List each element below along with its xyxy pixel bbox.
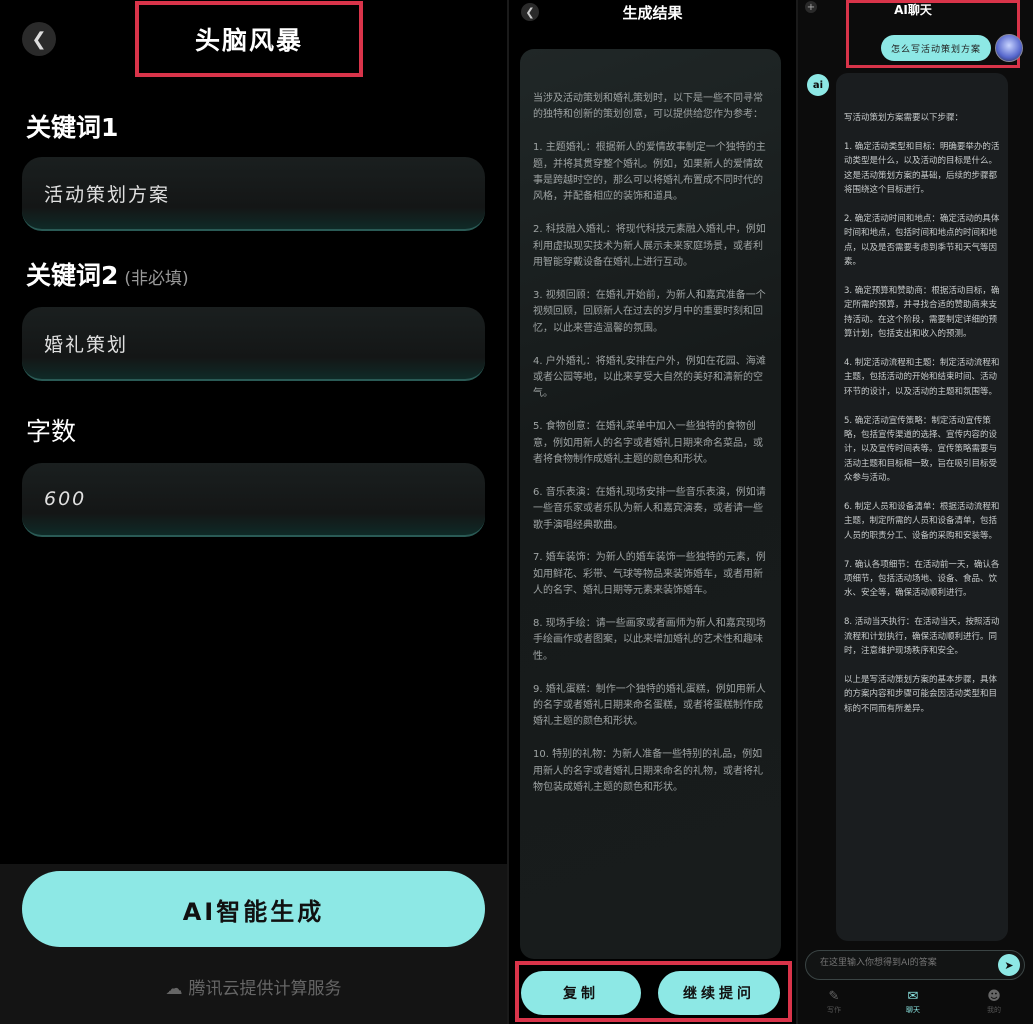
title-highlight-box: 头脑风暴 bbox=[135, 1, 363, 77]
chat-icon: ✉ bbox=[907, 989, 919, 1004]
wordcount-value: 600 bbox=[44, 488, 87, 510]
chat-input-row: ➤ bbox=[805, 950, 1025, 980]
keyword2-input[interactable]: 婚礼策划 bbox=[22, 307, 485, 381]
keyword2-value: 婚礼策划 bbox=[44, 333, 129, 356]
plus-icon[interactable]: + bbox=[805, 1, 817, 13]
ai-generate-button[interactable]: AI智能生成 bbox=[22, 871, 485, 947]
tab-write[interactable]: ✎ 写作 bbox=[804, 989, 864, 1015]
tab-chat[interactable]: ✉ 聊天 bbox=[883, 989, 943, 1015]
result-panel: ❮ 生成结果 当涉及活动策划和婚礼策划时，以下是一些不同寻常的独特和创新的策划创… bbox=[509, 0, 796, 1024]
copy-button[interactable]: 复制 bbox=[521, 971, 641, 1015]
tab-me[interactable]: ☻ 我的 bbox=[964, 989, 1024, 1015]
cloud-icon: ☁ bbox=[165, 979, 183, 999]
result-text: 当涉及活动策划和婚礼策划时，以下是一些不同寻常的独特和创新的策划创意，可以提供给… bbox=[533, 93, 766, 794]
keyword1-input[interactable]: 活动策划方案 bbox=[22, 157, 485, 231]
result-card[interactable]: 当涉及活动策划和婚礼策划时，以下是一些不同寻常的独特和创新的策划创意，可以提供给… bbox=[520, 49, 781, 959]
user-icon: ☻ bbox=[987, 989, 1001, 1004]
ai-reply-text: 写活动策划方案需要以下步骤： 1. 确定活动类型和目标：明确要举办的活动类型是什… bbox=[844, 113, 1000, 714]
page-title: 生成结果 bbox=[622, 4, 683, 22]
back-button[interactable]: ❮ bbox=[22, 22, 56, 56]
wordcount-label: 字数 bbox=[26, 412, 76, 448]
chevron-left-icon: ❮ bbox=[31, 28, 47, 50]
wordcount-label-text: 字数 bbox=[26, 417, 77, 446]
pen-icon: ✎ bbox=[828, 989, 840, 1004]
tab-bar: ✎ 写作 ✉ 聊天 ☻ 我的 bbox=[798, 985, 1033, 1024]
continue-ask-button[interactable]: 继续提问 bbox=[658, 971, 780, 1015]
send-icon: ➤ bbox=[1004, 958, 1014, 972]
brainstorm-panel: ❮ 头脑风暴 关键词1 活动策划方案 关键词2 (非必填) 婚礼策划 字数 600… bbox=[0, 0, 507, 1024]
service-text: 腾讯云提供计算服务 bbox=[188, 979, 342, 999]
keyword1-label: 关键词1 bbox=[26, 108, 118, 144]
tab-write-label: 写作 bbox=[827, 1006, 841, 1014]
user-message-bubble[interactable]: 怎么写活动策划方案 bbox=[881, 35, 991, 61]
keyword2-label-text: 关键词2 bbox=[26, 261, 119, 290]
keyword1-label-text: 关键词1 bbox=[26, 113, 119, 142]
chat-panel: + AI聊天 怎么写活动策划方案 ai 写活动策划方案需要以下步骤： 1. 确定… bbox=[798, 0, 1033, 1024]
tab-chat-label: 聊天 bbox=[906, 1006, 920, 1014]
ai-avatar: ai bbox=[807, 74, 829, 96]
service-note: ☁ 腾讯云提供计算服务 bbox=[0, 974, 507, 999]
optional-hint: (非必填) bbox=[124, 269, 189, 289]
send-button[interactable]: ➤ bbox=[998, 954, 1020, 976]
ai-reply-bubble[interactable]: 写活动策划方案需要以下步骤： 1. 确定活动类型和目标：明确要举办的活动类型是什… bbox=[836, 73, 1008, 941]
keyword1-value: 活动策划方案 bbox=[44, 183, 171, 206]
page-title: 头脑风暴 bbox=[194, 26, 303, 55]
chat-input[interactable] bbox=[818, 957, 1002, 969]
tab-me-label: 我的 bbox=[987, 1006, 1001, 1014]
user-avatar bbox=[995, 34, 1023, 62]
wordcount-input[interactable]: 600 bbox=[22, 463, 485, 537]
keyword2-label: 关键词2 (非必填) bbox=[26, 256, 189, 292]
